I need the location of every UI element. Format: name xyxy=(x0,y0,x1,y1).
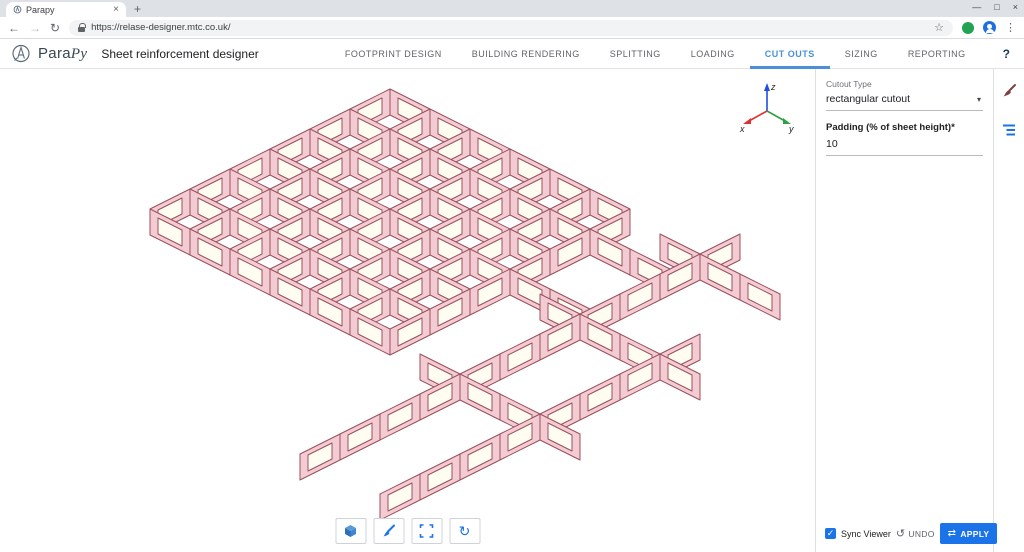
paintbrush-icon xyxy=(1003,84,1016,97)
sync-viewer-checkbox[interactable]: ✓ xyxy=(825,528,836,539)
workflow-tabs: FOOTPRINT DESIGN BUILDING RENDERING SPLI… xyxy=(330,39,981,69)
brush-icon xyxy=(383,524,395,537)
padding-input[interactable] xyxy=(826,133,983,156)
back-icon[interactable]: ← xyxy=(8,22,20,34)
profile-avatar[interactable] xyxy=(983,21,996,34)
tab-favicon xyxy=(13,5,22,14)
url-text[interactable]: https://relase-designer.mtc.co.uk/ xyxy=(91,22,928,33)
tree-list-icon xyxy=(1003,124,1015,136)
tab-loading[interactable]: LOADING xyxy=(676,39,750,69)
browser-menu-icon[interactable]: ⋮ xyxy=(1005,21,1016,34)
browser-tab[interactable]: Parapy × xyxy=(6,2,126,17)
tab-close-icon[interactable]: × xyxy=(113,4,119,15)
window-close-button[interactable]: × xyxy=(1013,2,1018,12)
tab-title: Parapy xyxy=(26,4,55,15)
axis-y-label: y xyxy=(788,124,794,134)
appearance-button[interactable] xyxy=(1001,83,1017,104)
undo-label: UNDO xyxy=(908,528,935,539)
shaded-view-button[interactable] xyxy=(335,518,366,544)
axis-triad: z x y xyxy=(739,82,794,134)
options-footer: ✓ Sync Viewer ↺ UNDO ⇄ APPLY xyxy=(825,523,998,544)
refresh-icon: ↻ xyxy=(458,522,471,539)
parapy-logo-icon xyxy=(12,44,30,62)
axis-z-label: z xyxy=(770,82,776,92)
viewer-toolbar: ↻ xyxy=(335,518,480,544)
window-controls: — □ × xyxy=(972,2,1018,12)
apply-arrows-icon: ⇄ xyxy=(947,528,957,539)
sync-viewer-label: Sync Viewer xyxy=(841,528,891,539)
browser-toolbar: ← → ↻ https://relase-designer.mtc.co.uk/… xyxy=(0,17,1024,39)
tab-cut-outs[interactable]: CUT OUTS xyxy=(749,39,830,69)
lock-icon xyxy=(78,22,87,32)
extension-icon[interactable] xyxy=(962,21,974,34)
brand: ParaPy xyxy=(10,43,87,65)
tab-reporting[interactable]: REPORTING xyxy=(893,39,981,69)
help-button[interactable]: ? xyxy=(1003,47,1010,61)
options-panel: Cutout Type rectangular cutout ▾ Padding… xyxy=(815,69,998,552)
cutout-type-value: rectangular cutout xyxy=(826,93,911,105)
sheet-lattice-model[interactable] xyxy=(0,69,815,552)
cutout-type-label: Cutout Type xyxy=(826,79,872,89)
browser-window: Parapy × + — □ × ← → ↻ https://relase-de… xyxy=(0,0,1024,552)
paint-button[interactable] xyxy=(373,518,404,544)
undo-icon: ↺ xyxy=(895,528,906,540)
address-bar[interactable]: https://relase-designer.mtc.co.uk/ ☆ xyxy=(69,19,953,36)
fit-view-button[interactable] xyxy=(411,518,442,544)
app-header: ParaPy Sheet reinforcement designer FOOT… xyxy=(0,39,1024,69)
new-tab-button[interactable]: + xyxy=(126,2,149,17)
chevron-down-icon: ▾ xyxy=(976,94,981,104)
properties-tree-button[interactable] xyxy=(1001,122,1017,143)
reload-icon[interactable]: ↻ xyxy=(50,22,60,34)
side-rail xyxy=(993,69,1024,552)
bookmark-star-icon[interactable]: ☆ xyxy=(934,21,944,34)
tab-splitting[interactable]: SPLITTING xyxy=(595,39,676,69)
browser-tabstrip: Parapy × + — □ × xyxy=(0,0,1024,17)
tab-building-rendering[interactable]: BUILDING RENDERING xyxy=(457,39,595,69)
maximize-button[interactable]: □ xyxy=(994,2,999,12)
undo-button[interactable]: ↺ UNDO xyxy=(896,527,935,540)
apply-button[interactable]: ⇄ APPLY xyxy=(939,523,998,544)
page-title: Sheet reinforcement designer xyxy=(101,46,259,61)
brand-name: ParaPy xyxy=(38,44,88,62)
tab-footprint-design[interactable]: FOOTPRINT DESIGN xyxy=(330,39,457,69)
minimize-button[interactable]: — xyxy=(972,2,981,12)
cutout-type-select[interactable]: rectangular cutout ▾ xyxy=(826,89,983,111)
padding-label: Padding (% of sheet height)* xyxy=(826,122,955,133)
apply-label: APPLY xyxy=(960,528,990,539)
cube-icon xyxy=(345,525,356,537)
refresh-view-button[interactable]: ↻ xyxy=(449,518,480,544)
fit-screen-icon xyxy=(419,524,434,538)
forward-icon[interactable]: → xyxy=(29,22,41,34)
viewer-canvas[interactable]: z x y ↻ xyxy=(0,69,815,552)
tab-sizing[interactable]: SIZING xyxy=(830,39,893,69)
axis-x-label: x xyxy=(739,124,745,134)
main-content: z x y ↻ Cutout Type rectangular cutout ▾… xyxy=(0,69,1024,552)
